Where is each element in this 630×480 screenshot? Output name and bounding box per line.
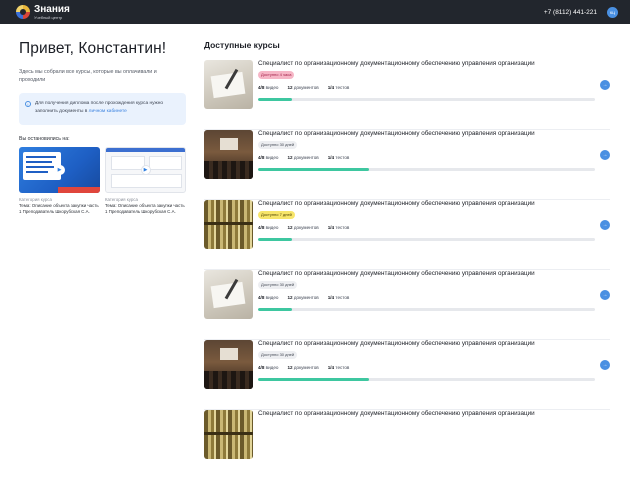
course-title[interactable]: Специалист по организационному документа… (258, 270, 535, 277)
course-progress (258, 378, 595, 381)
tests-count: 1/4 (327, 295, 335, 300)
videos-count: 4/8 (258, 85, 265, 90)
course-card[interactable]: Специалист по организационному документа… (204, 200, 610, 270)
docs-label: документов (293, 295, 319, 300)
logo-icon (16, 5, 30, 19)
course-stats: 4/8 видео 12 документов 1/4 тестов (258, 225, 349, 230)
course-card[interactable]: Специалист по организационному документа… (204, 410, 610, 480)
docs-label: документов (293, 225, 319, 230)
logo-subtitle: Учебный центр (34, 14, 63, 20)
lesson-description: Тема: Описание объекта закупки часть 1 П… (105, 203, 185, 214)
course-title[interactable]: Специалист по организационному документа… (258, 130, 535, 137)
diploma-notice: i Для получения диплома после прохождени… (19, 93, 186, 125)
logo[interactable]: Знания Учебный центр (16, 3, 70, 20)
videos-label: видео (265, 225, 279, 230)
recent-lesson-card[interactable]: ▶ Категория курса Тема: Описание объекта… (105, 147, 186, 215)
page-title: Привет, Константин! (19, 40, 167, 57)
lesson-thumbnail[interactable]: ▶ (19, 147, 100, 193)
course-progress (258, 168, 595, 171)
course-thumbnail[interactable] (204, 60, 253, 109)
access-badge: Доступно 4 часа (258, 71, 295, 79)
tests-label: тестов (335, 155, 350, 160)
tests-count: 1/4 (327, 155, 335, 160)
course-title[interactable]: Специалист по организационному документа… (258, 200, 535, 207)
arrow-right-icon[interactable]: → (600, 220, 610, 230)
course-title[interactable]: Специалист по организационному документа… (258, 60, 535, 67)
course-thumbnail[interactable] (204, 340, 253, 389)
course-title[interactable]: Специалист по организационному документа… (258, 340, 535, 347)
access-badge: Доступно 30 дней (258, 141, 298, 149)
logo-title: Знания (34, 3, 70, 15)
personal-account-link[interactable]: личном кабинете (89, 109, 127, 114)
avatar[interactable]: КЦ (607, 6, 618, 18)
course-card[interactable]: Специалист по организационному документа… (204, 270, 610, 340)
recent-lessons: ▶ Категория курса Тема: Описание объекта… (19, 147, 187, 215)
docs-count: 12 (287, 295, 293, 300)
arrow-right-icon[interactable]: → (600, 360, 610, 370)
docs-label: документов (293, 85, 319, 90)
access-badge: Доступно 30 дней (258, 281, 298, 289)
tests-count: 1/4 (327, 225, 335, 230)
tests-label: тестов (335, 365, 350, 370)
videos-label: видео (265, 295, 279, 300)
tests-label: тестов (335, 85, 350, 90)
tests-label: тестов (335, 225, 350, 230)
docs-label: документов (293, 155, 319, 160)
docs-count: 12 (287, 85, 293, 90)
arrow-right-icon[interactable]: → (600, 80, 610, 90)
docs-label: документов (293, 365, 319, 370)
section-title: Доступные курсы (204, 40, 280, 50)
sidebar: Привет, Константин! Здесь мы собрали все… (19, 40, 187, 215)
course-stats: 4/8 видео 12 документов 1/4 тестов (258, 365, 349, 370)
play-icon[interactable]: ▶ (54, 165, 65, 175)
top-bar: Знания Учебный центр +7 (8112) 441-221 К… (0, 0, 630, 24)
intro-text: Здесь мы собрали все курсы, которые вы о… (19, 69, 157, 83)
phone-link[interactable]: +7 (8112) 441-221 (544, 9, 597, 16)
course-card[interactable]: Специалист по организационному документа… (204, 130, 610, 200)
lesson-category: Категория курса (19, 197, 52, 202)
docs-count: 12 (287, 365, 293, 370)
course-card[interactable]: Специалист по организационному документа… (204, 340, 610, 410)
videos-count: 4/8 (258, 365, 265, 370)
course-stats: 4/8 видео 12 документов 1/4 тестов (258, 295, 349, 300)
tests-count: 1/4 (327, 365, 335, 370)
lesson-thumbnail[interactable]: ▶ (105, 147, 186, 193)
course-thumbnail[interactable] (204, 130, 253, 179)
course-stats: 4/8 видео 12 документов 1/4 тестов (258, 85, 349, 90)
videos-count: 4/8 (258, 155, 265, 160)
videos-label: видео (265, 365, 279, 370)
docs-count: 12 (287, 155, 293, 160)
course-thumbnail[interactable] (204, 200, 253, 249)
stopped-title: Вы остановились на: (19, 136, 70, 142)
course-card[interactable]: Специалист по организационному документа… (204, 60, 610, 130)
docs-count: 12 (287, 225, 293, 230)
videos-label: видео (265, 85, 279, 90)
course-progress (258, 238, 595, 241)
videos-count: 4/8 (258, 295, 265, 300)
videos-label: видео (265, 155, 279, 160)
course-progress (258, 308, 595, 311)
lesson-description: Тема: Описание объекта закупки часть 1 П… (19, 203, 99, 214)
videos-count: 4/8 (258, 225, 265, 230)
course-progress (258, 98, 595, 101)
access-badge: Доступно 30 дней (258, 351, 298, 359)
tests-label: тестов (335, 295, 350, 300)
tests-count: 1/4 (327, 85, 335, 90)
courses-section: Доступные курсы Специалист по организаци… (204, 40, 610, 459)
recent-lesson-card[interactable]: ▶ Категория курса Тема: Описание объекта… (19, 147, 100, 215)
info-icon: i (25, 101, 31, 107)
play-icon[interactable]: ▶ (140, 165, 151, 175)
course-title[interactable]: Специалист по организационному документа… (258, 410, 535, 417)
arrow-right-icon[interactable]: → (600, 290, 610, 300)
course-thumbnail[interactable] (204, 410, 253, 459)
course-thumbnail[interactable] (204, 270, 253, 319)
lesson-category: Категория курса (105, 197, 138, 202)
course-stats: 4/8 видео 12 документов 1/4 тестов (258, 155, 349, 160)
arrow-right-icon[interactable]: → (600, 150, 610, 160)
access-badge: Доступно 7 дней (258, 211, 295, 219)
